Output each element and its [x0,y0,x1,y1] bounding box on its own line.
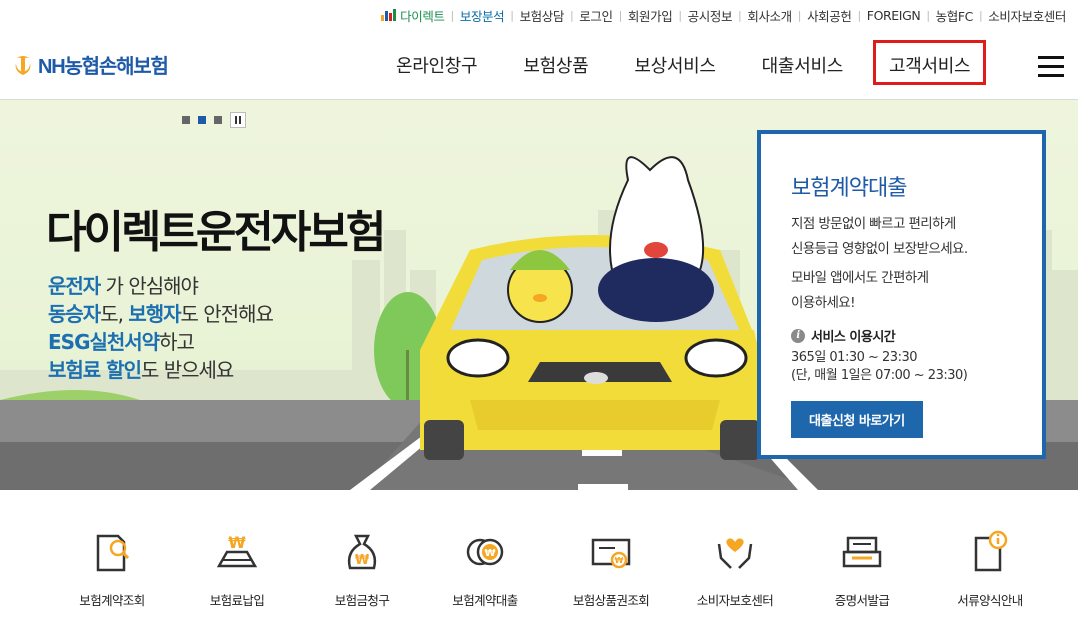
highlight-box [873,40,986,85]
util-link[interactable]: 보장분석 [460,6,505,25]
main-nav: 온라인창구 보험상품 보상서비스 대출서비스 고객서비스 [374,40,986,90]
divider: | [510,8,514,22]
divider: | [738,8,742,22]
pause-icon[interactable] [230,112,246,128]
quick-menu-item[interactable]: ₩ 보험계약대출 [420,528,550,609]
util-link[interactable]: 농협FC [936,6,974,25]
util-link[interactable]: 사회공헌 [807,6,852,25]
quick-menu-item[interactable]: 증명서발급 [797,528,927,609]
divider: | [569,8,574,22]
card-desc-2: 모바일 앱에서도 간편하게 이용하세요! [791,270,929,311]
loan-card: 보험계약대출 지점 방문없이 빠르고 편리하게 신용등급 영향없이 보장받으세요… [757,130,1046,459]
money-bag-icon: ₩ [347,534,377,570]
util-link[interactable]: 보험상담 [520,6,565,25]
info-icon: i [791,328,805,343]
slide-controls [182,112,246,128]
svg-text:₩: ₩ [228,533,246,552]
divider: | [450,8,455,22]
quick-menu-item[interactable]: 서류양식안내 [925,528,1055,609]
divider: | [857,8,861,22]
util-link[interactable]: 소비자보호센터 [988,6,1066,25]
divider: | [978,8,983,22]
printer-icon [842,536,882,568]
svg-text:₩: ₩ [615,556,624,565]
slide-dot[interactable] [214,116,222,124]
header: NH농협손해보험 온라인창구 보험상품 보상서비스 대출서비스 고객서비스 [0,32,1078,100]
svg-text:₩: ₩ [484,548,495,559]
util-link[interactable]: 다이렉트 [381,6,445,25]
slide-dot[interactable] [182,116,190,124]
won-payment-icon: ₩ [216,533,258,568]
copy-line: 운전자 가 안심해야 [48,274,199,298]
quick-menu-item[interactable]: ₩ 보험상품권조회 [546,528,676,609]
coins-icon: ₩ [466,538,504,566]
nav-item[interactable]: 보험상품 [523,40,588,90]
card-desc-1: 지점 방문없이 빠르고 편리하게 신용등급 영향없이 보장받으세요. [791,216,968,257]
util-link[interactable]: 회사소개 [747,6,792,25]
quick-menu-item[interactable]: 보험계약조회 [47,528,177,609]
bar-chart-icon [381,9,397,21]
nav-item[interactable]: 온라인창구 [396,40,478,90]
quick-menu-item[interactable]: ₩ 보험료납입 [172,528,302,609]
quick-menu-item[interactable]: ₩ 보험금청구 [297,528,427,609]
logo[interactable]: NH농협손해보험 [12,50,169,79]
hands-heart-icon [717,538,753,569]
svg-text:₩: ₩ [355,553,370,568]
util-link[interactable]: 로그인 [579,6,613,25]
util-link[interactable]: 회원가입 [628,6,673,25]
quick-menu-item[interactable]: 소비자보호센터 [670,528,800,609]
document-search-icon [96,534,130,572]
page: 다이렉트 | 보장분석 | 보험상담 | 로그인 | 회원가입 | 공시정보 | 회사소개 | 사회공헌 | F… [0,0,1078,623]
copy-line: ESG실천서약하고 [48,330,195,354]
divider: | [797,8,802,22]
copy-line: 동승자도, 보행자도 안전해요 [48,302,274,326]
loan-apply-button[interactable]: 대출신청 바로가기 [791,401,923,438]
banner-headline: 다이렉트운전자보험 [46,207,386,258]
nh-logo-icon [15,55,31,75]
menu-icon[interactable] [1038,56,1064,78]
nav-item[interactable]: 보상서비스 [634,40,716,90]
card-title: 보험계약대출 [791,176,907,201]
utility-nav: 다이렉트 | 보장분석 | 보험상담 | 로그인 | 회원가입 | 공시정보 | 회사소개 | 사회공헌 | F… [381,6,1066,24]
service-hours: 365일 01:30 ~ 23:30 (단, 매월 1일은 07:00 ~ 23… [791,350,968,383]
divider: | [678,8,682,22]
document-info-icon [974,530,1008,572]
copy-line: 보험료 할인도 받으세요 [48,358,234,382]
util-link[interactable]: 공시정보 [688,6,733,25]
util-link[interactable]: FOREIGN [867,8,921,23]
voucher-icon: ₩ [591,538,631,569]
nav-item[interactable]: 대출서비스 [762,40,844,90]
slide-dot[interactable] [198,116,206,124]
divider: | [926,8,930,22]
hero-banner: 다이렉트운전자보험 운전자 가 안심해야동승자도, 보행자도 안전해요 ESG실천… [0,100,1078,490]
divider: | [618,8,623,22]
banner-copy: 운전자 가 안심해야동승자도, 보행자도 안전해요 ESG실천서약하고보험료 할인… [48,272,274,384]
logo-text: NH농협손해보험 [38,56,169,78]
service-hours-heading: i 서비스 이용시간 [791,326,1012,345]
